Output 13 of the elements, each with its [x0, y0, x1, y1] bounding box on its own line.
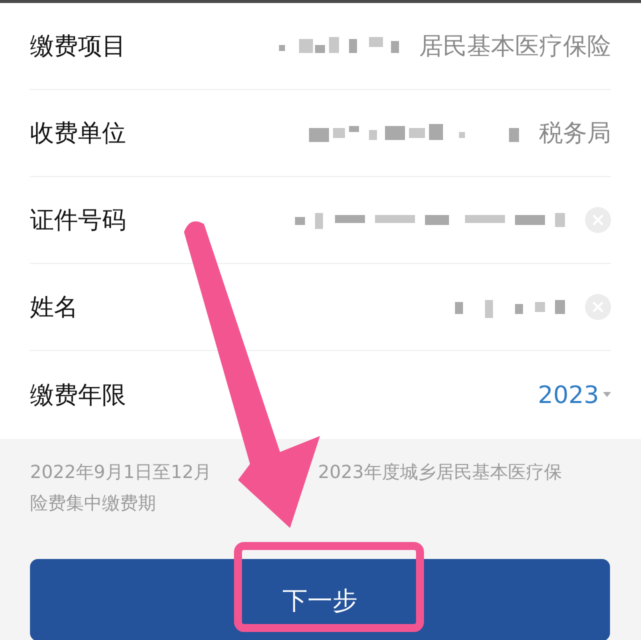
- field-label: 缴费项目: [30, 31, 126, 62]
- field-value: 税务局: [539, 118, 611, 149]
- field-value: 居民基本医疗保险: [419, 31, 611, 62]
- field-label: 姓名: [30, 292, 78, 323]
- notice-text: 2022年9月1日至12月: [30, 461, 213, 485]
- year-select[interactable]: 2023: [538, 381, 599, 409]
- field-label: 收费单位: [30, 118, 126, 149]
- next-step-button[interactable]: 下一步: [30, 559, 610, 640]
- caret-icon: [603, 392, 611, 398]
- notice-text: 2023年度城乡居民基本医疗保: [318, 461, 562, 485]
- notice-text: 险费集中缴费期: [30, 492, 157, 516]
- field-label: 证件号码: [30, 205, 126, 236]
- field-label: 缴费年限: [30, 380, 126, 411]
